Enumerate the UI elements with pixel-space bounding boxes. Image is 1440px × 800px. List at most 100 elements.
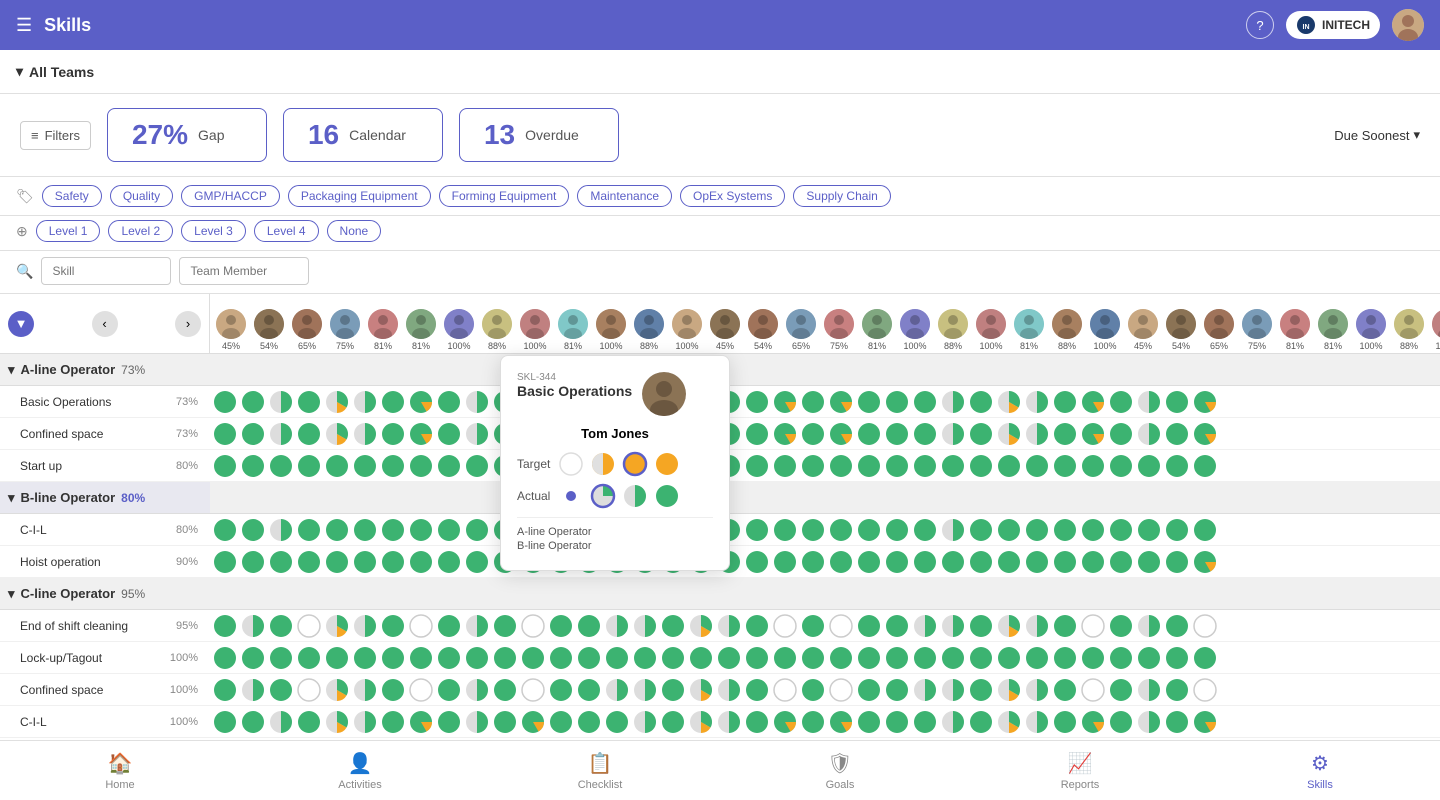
skill-pie-chart[interactable]	[1024, 453, 1050, 479]
skill-pie-chart[interactable]	[996, 421, 1022, 447]
skill-pie-chart[interactable]	[352, 613, 378, 639]
skill-pie-chart[interactable]	[296, 709, 322, 735]
skill-pie-chart[interactable]	[492, 645, 518, 671]
skill-pie-chart[interactable]	[1136, 549, 1162, 575]
skill-pie-chart[interactable]	[772, 453, 798, 479]
skill-pie-chart[interactable]	[996, 517, 1022, 543]
skill-pie-chart[interactable]	[576, 677, 602, 703]
skill-pie-chart[interactable]	[352, 389, 378, 415]
skill-pie-chart[interactable]	[1108, 389, 1134, 415]
skill-pie-chart[interactable]	[912, 709, 938, 735]
skill-pie-chart[interactable]	[520, 677, 546, 703]
skill-pie-chart[interactable]	[1080, 549, 1106, 575]
skill-pie-chart[interactable]	[800, 677, 826, 703]
skill-pie-chart[interactable]	[1164, 549, 1190, 575]
member-search-input[interactable]	[179, 257, 309, 285]
skill-pie-chart[interactable]	[632, 677, 658, 703]
filter-tag-opex[interactable]: OpEx Systems	[680, 185, 785, 207]
skill-pie-chart[interactable]	[1192, 517, 1218, 543]
avatar-image[interactable]	[634, 309, 664, 339]
skill-pie-chart[interactable]	[1136, 517, 1162, 543]
skill-pie-chart[interactable]	[576, 613, 602, 639]
skill-pie-chart[interactable]	[1024, 613, 1050, 639]
skill-pie-chart[interactable]	[828, 709, 854, 735]
skill-pie-chart[interactable]	[744, 389, 770, 415]
skill-pie-chart[interactable]	[1136, 453, 1162, 479]
skill-pie-chart[interactable]	[324, 613, 350, 639]
skill-pie-chart[interactable]	[296, 613, 322, 639]
skill-pie-chart[interactable]	[856, 389, 882, 415]
skill-pie-chart[interactable]	[324, 677, 350, 703]
skill-pie-chart[interactable]	[324, 645, 350, 671]
skill-pie-chart[interactable]	[940, 389, 966, 415]
skill-pie-chart[interactable]	[380, 709, 406, 735]
avatar-image[interactable]	[1280, 309, 1310, 339]
skill-pie-chart[interactable]	[800, 613, 826, 639]
skill-pie-chart[interactable]	[996, 613, 1022, 639]
skill-pie-chart[interactable]	[856, 549, 882, 575]
skill-pie-chart[interactable]	[996, 549, 1022, 575]
skill-pie-chart[interactable]	[1052, 677, 1078, 703]
skill-pie-chart[interactable]	[380, 613, 406, 639]
avatar-image[interactable]	[216, 309, 246, 339]
avatar-image[interactable]	[330, 309, 360, 339]
skill-pie-chart[interactable]	[1108, 517, 1134, 543]
skill-pie-chart[interactable]	[212, 613, 238, 639]
skill-pie-chart[interactable]	[1192, 389, 1218, 415]
skill-pie-chart[interactable]	[716, 613, 742, 639]
skill-pie-chart[interactable]	[660, 677, 686, 703]
skill-pie-chart[interactable]	[240, 389, 266, 415]
level-tag-4[interactable]: Level 4	[254, 220, 319, 242]
avatar-image[interactable]	[938, 309, 968, 339]
skill-pie-chart[interactable]	[492, 709, 518, 735]
avatar-image[interactable]	[1356, 309, 1386, 339]
skill-pie-chart[interactable]	[1164, 613, 1190, 639]
skill-pie-chart[interactable]	[408, 421, 434, 447]
nav-activities[interactable]: 👤 Activities	[240, 741, 480, 800]
skill-pie-chart[interactable]	[1080, 517, 1106, 543]
skill-pie-chart[interactable]	[464, 549, 490, 575]
skill-pie-chart[interactable]	[1052, 613, 1078, 639]
skill-pie-chart[interactable]	[212, 517, 238, 543]
skill-pie-chart[interactable]	[996, 709, 1022, 735]
skill-pie-chart[interactable]	[1052, 453, 1078, 479]
skill-pie-chart[interactable]	[1052, 421, 1078, 447]
level-tag-3[interactable]: Level 3	[181, 220, 246, 242]
skill-pie-chart[interactable]	[240, 453, 266, 479]
skill-pie-chart[interactable]	[324, 709, 350, 735]
section-header-bline[interactable]: ▾ B-line Operator 80%	[0, 482, 210, 514]
filter-tag-forming[interactable]: Forming Equipment	[439, 185, 570, 207]
skill-pie-chart[interactable]	[856, 453, 882, 479]
skill-pie-chart[interactable]	[352, 645, 378, 671]
skill-pie-chart[interactable]	[240, 709, 266, 735]
skill-pie-chart[interactable]	[828, 389, 854, 415]
skill-pie-chart[interactable]	[1052, 517, 1078, 543]
nav-checklist[interactable]: 📋 Checklist	[480, 741, 720, 800]
level-tag-none[interactable]: None	[327, 220, 382, 242]
skill-pie-chart[interactable]	[212, 421, 238, 447]
skill-pie-chart[interactable]	[688, 645, 714, 671]
skill-pie-chart[interactable]	[772, 613, 798, 639]
company-switcher[interactable]: IN INITECH	[1286, 11, 1380, 39]
skill-search-input[interactable]	[41, 257, 171, 285]
skill-pie-chart[interactable]	[828, 549, 854, 575]
skill-pie-chart[interactable]	[324, 453, 350, 479]
skill-pie-chart[interactable]	[1108, 709, 1134, 735]
skill-pie-chart[interactable]	[352, 549, 378, 575]
avatar-image[interactable]	[1242, 309, 1272, 339]
skill-pie-chart[interactable]	[1136, 613, 1162, 639]
skill-pie-chart[interactable]	[940, 549, 966, 575]
skill-pie-chart[interactable]	[912, 421, 938, 447]
skill-pie-chart[interactable]	[352, 421, 378, 447]
avatar-image[interactable]	[558, 309, 588, 339]
skill-pie-chart[interactable]	[912, 645, 938, 671]
help-button[interactable]: ?	[1246, 11, 1274, 39]
avatar-image[interactable]	[406, 309, 436, 339]
nav-reports[interactable]: 📈 Reports	[960, 741, 1200, 800]
skill-pie-chart[interactable]	[436, 613, 462, 639]
skill-pie-chart[interactable]	[436, 421, 462, 447]
skill-pie-chart[interactable]	[212, 645, 238, 671]
skill-pie-chart[interactable]	[996, 389, 1022, 415]
skill-pie-chart[interactable]	[1192, 453, 1218, 479]
teams-bar[interactable]: ▾ All Teams	[0, 50, 1440, 94]
